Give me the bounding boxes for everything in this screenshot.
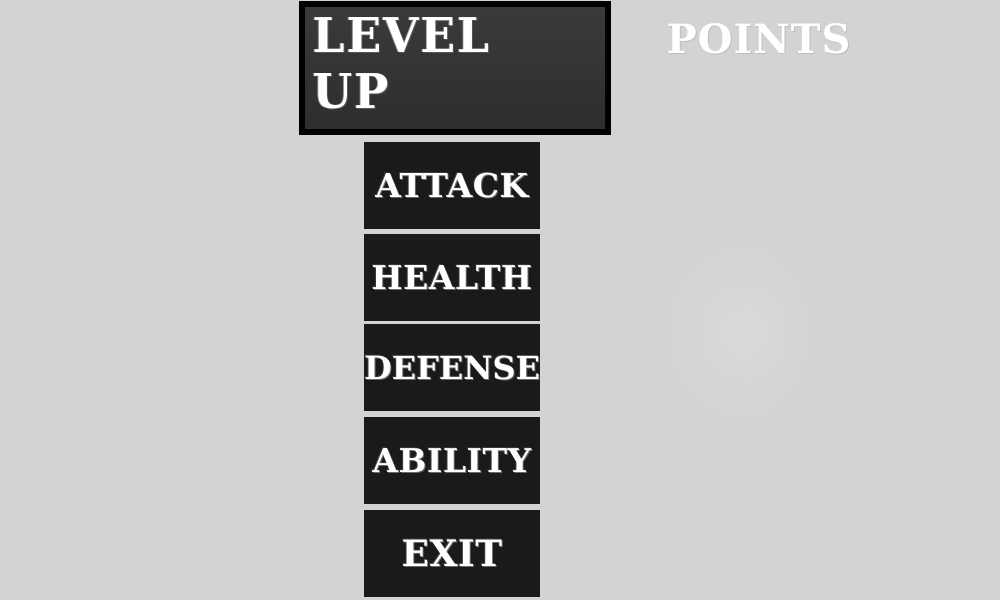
defense-button-label: DEFENSE — [364, 348, 540, 387]
defense-button[interactable]: DEFENSE — [364, 324, 540, 411]
points-label: POINTS — [666, 16, 852, 63]
attack-button-label: ATTACK — [375, 166, 529, 205]
ability-button-label: ABILITY — [372, 441, 532, 480]
title-panel: LEVEL UP — [299, 1, 611, 135]
title-panel-inner: LEVEL UP — [305, 7, 605, 129]
level-up-screen: LEVEL UP POINTS ATTACK HEALTH DEFENSE AB… — [0, 0, 1000, 600]
exit-button-label: EXIT — [401, 532, 503, 575]
ability-button[interactable]: ABILITY — [364, 417, 540, 504]
faded-emblem — [662, 240, 812, 425]
screen-title: LEVEL UP — [312, 8, 492, 120]
health-button-label: HEALTH — [371, 258, 533, 297]
attack-button[interactable]: ATTACK — [364, 142, 540, 229]
health-button[interactable]: HEALTH — [364, 234, 540, 321]
exit-button[interactable]: EXIT — [364, 510, 540, 597]
